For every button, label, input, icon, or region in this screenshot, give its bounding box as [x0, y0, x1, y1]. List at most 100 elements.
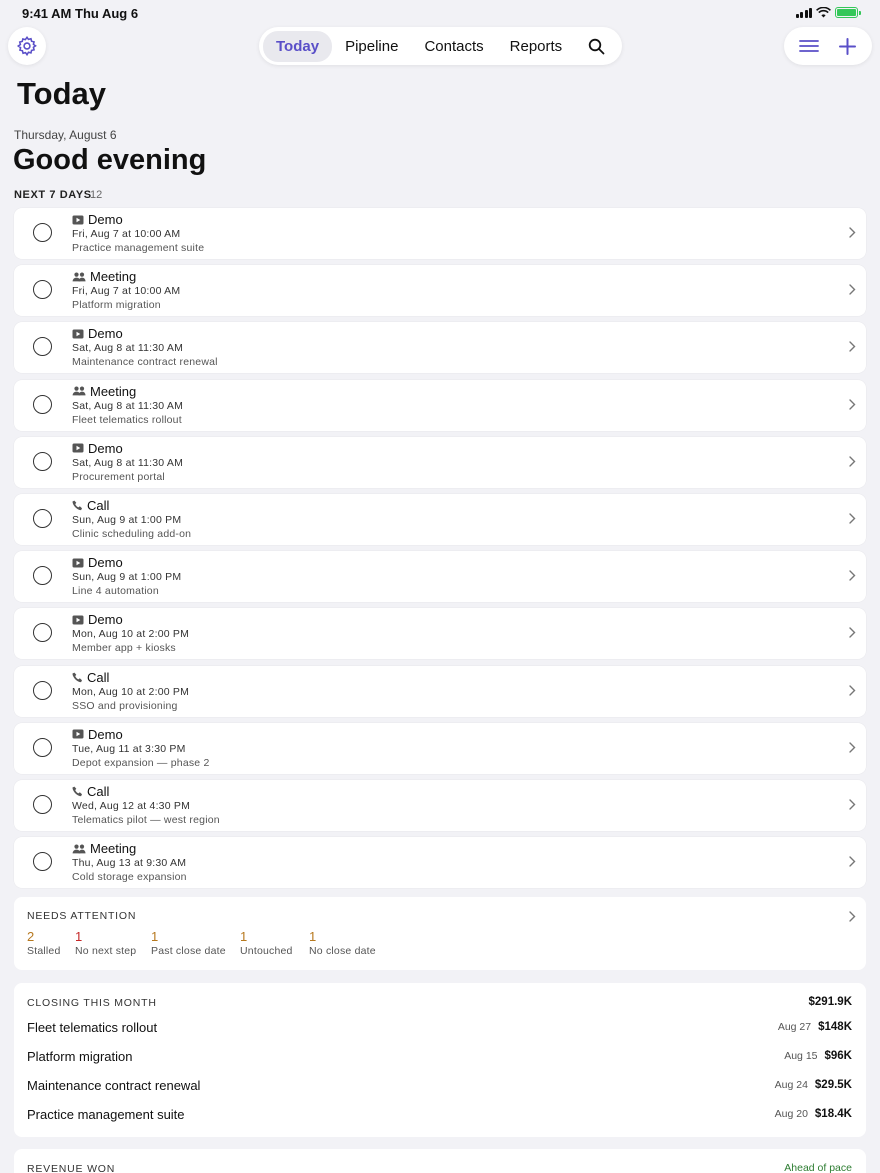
greeting: Good evening [13, 144, 207, 176]
task-deal: Depot expansion — phase 2 [72, 756, 210, 769]
tab-pipeline[interactable]: Pipeline [332, 31, 411, 62]
phone-icon [72, 500, 83, 511]
deal-name: Practice management suite [27, 1107, 185, 1122]
task-datetime: Fri, Aug 7 at 10:00 AM [72, 285, 181, 298]
attention-stat[interactable]: 1 Past close date [151, 929, 226, 957]
video-icon [72, 558, 84, 568]
tab-today[interactable]: Today [263, 30, 333, 62]
tab-reports[interactable]: Reports [497, 31, 576, 62]
add-button[interactable] [832, 31, 862, 61]
chevron-right-icon [849, 856, 856, 867]
chevron-right-icon [849, 227, 856, 238]
task-complete-checkbox[interactable] [33, 566, 52, 586]
closing-deal-row[interactable]: Maintenance contract renewal Aug 24 $29.… [27, 1078, 852, 1098]
task-type-label: Demo [88, 726, 123, 742]
task-datetime: Wed, Aug 12 at 4:30 PM [72, 799, 191, 812]
closing-label: CLOSING THIS MONTH [27, 997, 157, 1009]
task-complete-checkbox[interactable] [33, 508, 52, 528]
task-datetime: Thu, Aug 13 at 9:30 AM [72, 857, 187, 870]
task-type: Meeting [72, 384, 136, 399]
status-date: Thu Aug 6 [75, 6, 139, 21]
task-datetime: Tue, Aug 11 at 3:30 PM [72, 742, 186, 755]
task-type-label: Meeting [90, 269, 137, 285]
task-complete-checkbox[interactable] [33, 280, 52, 300]
closing-deal-row[interactable]: Practice management suite Aug 20 $18.4K [27, 1107, 852, 1127]
menu-button[interactable] [794, 31, 824, 61]
task-type: Call [72, 784, 109, 799]
deal-name: Maintenance contract renewal [27, 1078, 201, 1093]
search-button[interactable] [581, 31, 611, 61]
task-list: Demo Fri, Aug 7 at 10:00 AM Practice man… [14, 208, 866, 894]
task-complete-checkbox[interactable] [33, 737, 52, 757]
deal-name: Fleet telematics rollout [27, 1020, 158, 1035]
task-row[interactable]: Meeting Thu, Aug 13 at 9:30 AM Cold stor… [14, 837, 866, 889]
task-row[interactable]: Call Mon, Aug 10 at 2:00 PM SSO and prov… [14, 665, 866, 717]
attention-stat-label: Stalled [27, 945, 61, 957]
task-deal: Maintenance contract renewal [72, 356, 218, 369]
task-type: Meeting [72, 841, 136, 856]
chevron-right-icon [849, 627, 856, 639]
deal-close-date: Aug 20 [774, 1108, 808, 1120]
task-deal: Member app + kiosks [72, 642, 176, 655]
task-row[interactable]: Demo Tue, Aug 11 at 3:30 PM Depot expans… [14, 722, 866, 774]
task-deal: SSO and provisioning [72, 699, 178, 712]
task-complete-checkbox[interactable] [33, 852, 52, 872]
task-row[interactable]: Call Wed, Aug 12 at 4:30 PM Telematics p… [14, 779, 866, 831]
chevron-right-icon [849, 398, 856, 410]
task-complete-checkbox[interactable] [33, 337, 52, 357]
task-type: Call [72, 670, 109, 685]
task-type-label: Call [87, 669, 110, 685]
task-deal: Fleet telematics rollout [72, 413, 182, 426]
task-deal: Clinic scheduling add-on [72, 527, 192, 540]
deal-close-date: Aug 27 [777, 1021, 812, 1033]
needs-attention-card[interactable]: NEEDS ATTENTION 2 Stalled 1 No next step… [14, 897, 866, 970]
task-datetime: Sat, Aug 8 at 11:30 AM [72, 456, 184, 469]
task-row[interactable]: Meeting Sat, Aug 8 at 11:30 AM Fleet tel… [14, 379, 866, 431]
task-type-label: Demo [88, 326, 123, 342]
closing-this-month-card: CLOSING THIS MONTH $291.9K Fleet telemat… [14, 983, 866, 1137]
task-row[interactable]: Demo Mon, Aug 10 at 2:00 PM Member app +… [14, 608, 866, 660]
task-datetime: Mon, Aug 10 at 2:00 PM [72, 628, 190, 641]
task-complete-checkbox[interactable] [33, 794, 52, 814]
attention-stat[interactable]: 1 Untouched [240, 929, 293, 957]
task-deal: Cold storage expansion [72, 871, 187, 884]
task-row[interactable]: Demo Fri, Aug 7 at 10:00 AM Practice man… [14, 208, 866, 259]
chevron-right-icon [849, 741, 856, 753]
task-complete-checkbox[interactable] [33, 451, 52, 471]
task-row[interactable]: Demo Sat, Aug 8 at 11:30 AM Procurement … [14, 436, 866, 488]
attention-stat-value: 1 [309, 929, 317, 944]
task-complete-checkbox[interactable] [33, 623, 52, 643]
task-type: Demo [72, 212, 123, 227]
attention-stat-value: 1 [240, 929, 248, 944]
closing-deal-row[interactable]: Platform migration Aug 15 $96K [27, 1049, 852, 1069]
task-row[interactable]: Call Sun, Aug 9 at 1:00 PM Clinic schedu… [14, 493, 866, 545]
attention-stat[interactable]: 2 Stalled [27, 929, 61, 957]
task-row[interactable]: Demo Sun, Aug 9 at 1:00 PM Line 4 automa… [14, 551, 866, 603]
video-icon [72, 215, 84, 225]
task-complete-checkbox[interactable] [33, 680, 52, 700]
task-row[interactable]: Demo Sat, Aug 8 at 11:30 AM Maintenance … [14, 322, 866, 374]
task-deal: Procurement portal [72, 470, 165, 483]
attention-stat-value: 1 [75, 929, 83, 944]
task-type: Demo [72, 326, 123, 341]
chevron-right-icon [849, 570, 856, 581]
closing-deal-row[interactable]: Fleet telematics rollout Aug 27 $148K [27, 1020, 852, 1040]
status-time: 9:41 AM [22, 6, 72, 21]
attention-stat[interactable]: 1 No next step [75, 929, 136, 957]
attention-stat[interactable]: 1 No close date [309, 929, 376, 957]
settings-button[interactable] [8, 27, 46, 65]
task-datetime: Sun, Aug 9 at 1:00 PM [72, 513, 182, 526]
right-toolbar [784, 27, 872, 65]
chevron-right-icon [849, 341, 856, 353]
video-icon [72, 329, 84, 339]
task-deal: Telematics pilot — west region [72, 813, 220, 826]
revenue-won-card[interactable]: REVENUE WON Ahead of pace [14, 1149, 866, 1173]
page-title: Today [17, 76, 106, 111]
deal-close-date: Aug 15 [784, 1050, 818, 1062]
task-row[interactable]: Meeting Fri, Aug 7 at 10:00 AM Platform … [14, 265, 866, 317]
tab-contacts[interactable]: Contacts [411, 31, 496, 62]
wifi-icon [816, 7, 831, 18]
task-complete-checkbox[interactable] [33, 223, 52, 242]
task-complete-checkbox[interactable] [33, 394, 52, 414]
cellular-signal-icon [795, 7, 812, 18]
